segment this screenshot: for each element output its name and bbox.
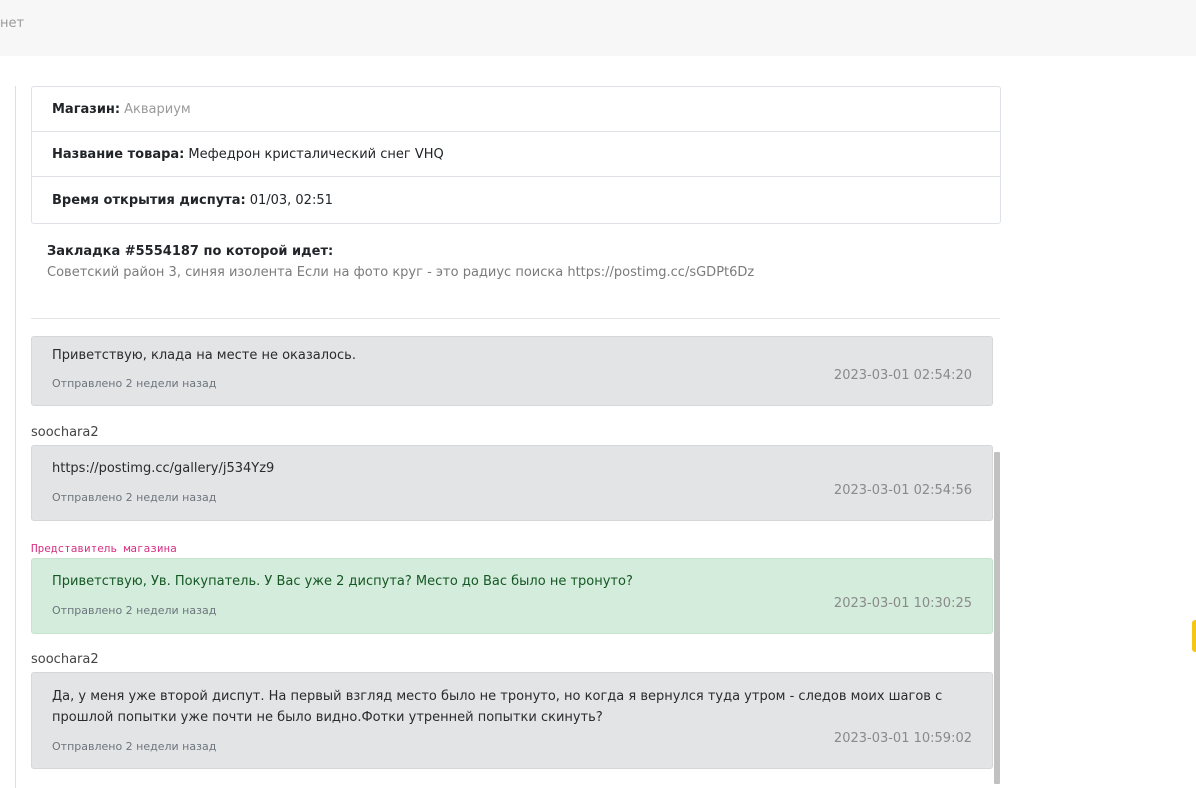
message-text: Приветствую, клада на месте не оказалось… — [52, 348, 356, 363]
side-tab-button[interactable] — [1192, 620, 1196, 652]
message-author: soochara2 — [31, 425, 99, 440]
chat-scrollbar[interactable] — [994, 452, 1000, 784]
message-timestamp: 2023-03-01 02:54:56 — [833, 483, 972, 498]
chat-message: https://postimg.cc/gallery/j534Yz9 Отпра… — [31, 445, 993, 521]
bookmark-description: Советский район 3, синяя изолента Если н… — [47, 265, 755, 280]
message-text: https://postimg.cc/gallery/j534Yz9 — [52, 461, 275, 476]
section-divider — [31, 318, 1000, 319]
top-bar-text: нет — [0, 16, 25, 31]
message-timestamp: 2023-03-01 10:59:02 — [833, 731, 972, 746]
message-sent-ago: Отправлено 2 недели назад — [52, 740, 217, 753]
message-sent-ago: Отправлено 2 недели назад — [52, 604, 217, 617]
shop-message: Приветствую, Ув. Покупатель. У Вас уже 2… — [31, 558, 993, 634]
message-text: Приветствую, Ув. Покупатель. У Вас уже 2… — [52, 574, 633, 589]
shop-representative-label: Представитель магазина — [31, 542, 177, 555]
product-label: Название товара: — [52, 146, 185, 162]
message-sent-ago: Отправлено 2 недели назад — [52, 491, 217, 504]
opened-row: Время открытия диспута: 01/03, 02:51 — [32, 177, 1000, 223]
shop-row: Магазин: Аквариум — [32, 87, 1000, 132]
top-bar: нет — [0, 0, 1196, 56]
message-timestamp: 2023-03-01 10:30:25 — [833, 596, 972, 611]
opened-label: Время открытия диспута: — [52, 192, 246, 208]
product-value: Мефедрон кристалический снег VHQ — [188, 146, 444, 162]
opened-value: 01/03, 02:51 — [249, 192, 333, 208]
chat-message: Приветствую, клада на месте не оказалось… — [31, 336, 993, 406]
message-author: soochara2 — [31, 652, 99, 667]
shop-label: Магазин: — [52, 101, 121, 117]
dispute-info-card: Магазин: Аквариум Название товара: Мефед… — [31, 86, 1001, 224]
bookmark-section: Закладка #5554187 по которой идет: Совет… — [47, 244, 987, 280]
left-divider — [15, 86, 16, 788]
message-text: Да, у меня уже второй диспут. На первый … — [52, 689, 943, 725]
message-sent-ago: Отправлено 2 недели назад — [52, 377, 217, 390]
product-row: Название товара: Мефедрон кристалический… — [32, 132, 1000, 177]
shop-value: Аквариум — [124, 101, 191, 117]
message-timestamp: 2023-03-01 02:54:20 — [833, 368, 972, 383]
bookmark-title: Закладка #5554187 по которой идет: — [47, 244, 334, 259]
chat-message: Да, у меня уже второй диспут. На первый … — [31, 672, 993, 769]
